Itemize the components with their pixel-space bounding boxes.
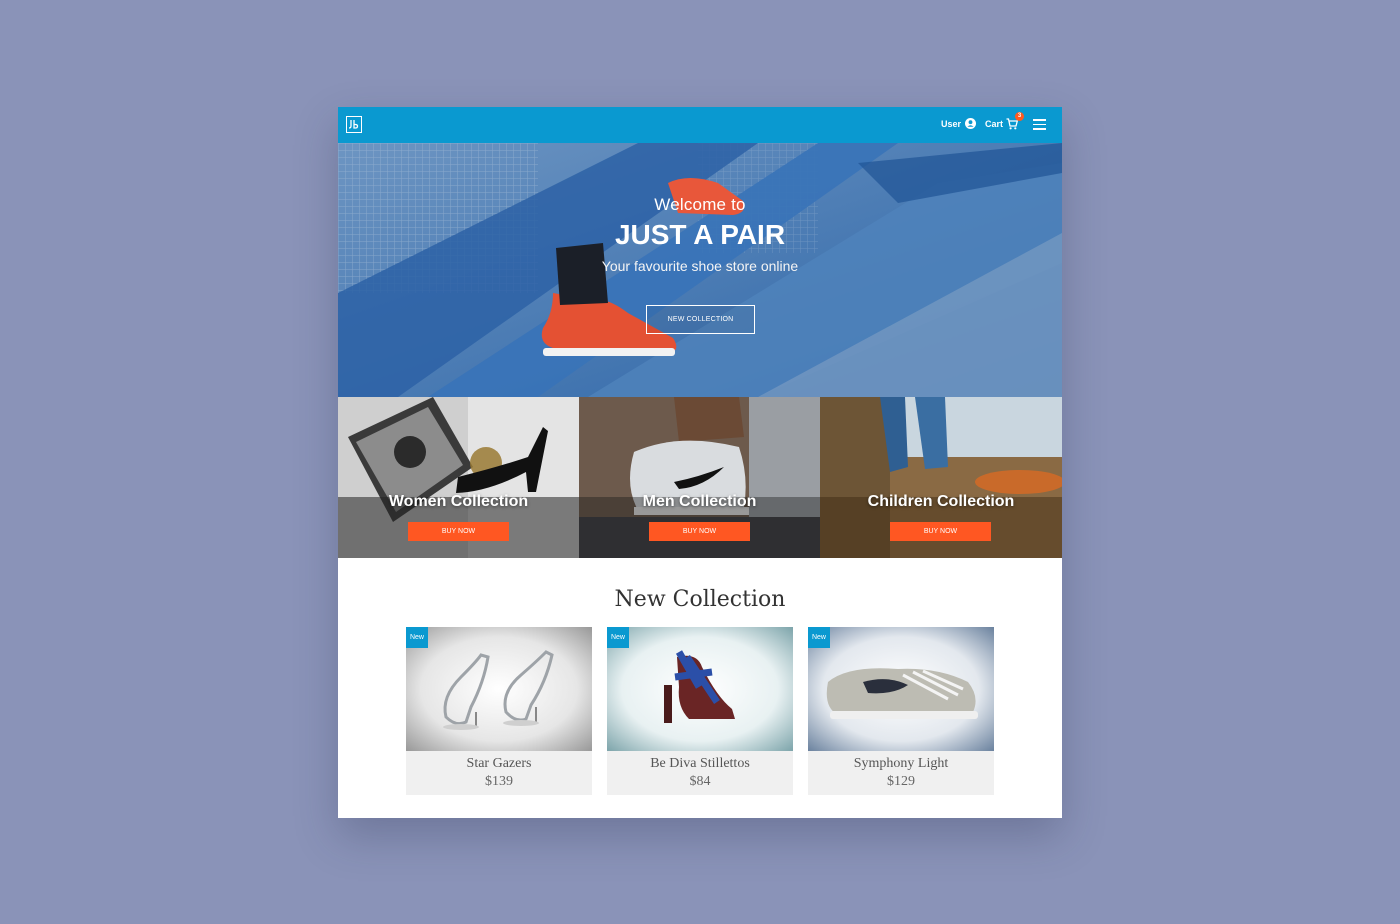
sneaker-image	[808, 627, 994, 751]
cart-button[interactable]: Cart 3	[984, 112, 1024, 130]
hero-welcome-text: Welcome to	[654, 195, 746, 214]
product-price: $139	[485, 774, 513, 789]
new-badge: New	[607, 627, 629, 648]
product-grid: New Star Gazers $139 New Be Diva Stillet…	[406, 627, 994, 795]
new-collection-heading: New Collection	[614, 587, 786, 612]
women-collection-title: Women Collection	[388, 493, 529, 510]
product-name: Be Diva Stillettos	[650, 756, 750, 771]
product-price: $84	[689, 774, 711, 789]
new-badge: New	[808, 627, 830, 648]
cart-icon: 3	[1006, 112, 1024, 130]
hero-subtitle: Your favourite shoe store online	[601, 258, 799, 274]
top-navbar: User Cart 3	[338, 107, 1062, 143]
women-collection-tile[interactable]: Women Collection BUY NOW	[338, 397, 579, 558]
store-logo-icon[interactable]	[346, 116, 362, 133]
product-name: Symphony Light	[853, 756, 949, 771]
product-image	[808, 627, 994, 751]
new-collection-button[interactable]: NEW COLLECTION	[646, 305, 755, 334]
product-card-be-diva-stillettos[interactable]: New Be Diva Stillettos $84	[607, 627, 793, 795]
men-buy-now-button[interactable]: BUY NOW	[649, 522, 750, 541]
product-name: Star Gazers	[466, 756, 532, 771]
hero-banner: Welcome to JUST A PAIR Your favourite sh…	[338, 143, 1062, 397]
product-image	[406, 627, 592, 751]
children-collection-title: Children Collection	[867, 493, 1015, 510]
cart-label: Cart	[984, 119, 1003, 129]
children-collection-tile[interactable]: Children Collection BUY NOW	[820, 397, 1062, 558]
collection-tiles: Women Collection BUY NOW Men Collection …	[338, 397, 1062, 558]
men-collection-title: Men Collection	[642, 493, 757, 510]
user-avatar-icon	[965, 118, 976, 129]
cart-count-badge: 3	[1015, 112, 1024, 121]
women-buy-now-button[interactable]: BUY NOW	[408, 522, 509, 541]
children-buy-now-button[interactable]: BUY NOW	[890, 522, 991, 541]
stilettos-image	[607, 627, 793, 751]
app-window: User Cart 3 Welcome to JUST A PAIR Your …	[338, 107, 1062, 818]
hamburger-menu-icon[interactable]	[1033, 119, 1046, 130]
sandals-image	[406, 627, 592, 751]
user-menu-button[interactable]: User	[941, 118, 976, 129]
product-price: $129	[887, 774, 915, 789]
men-collection-tile[interactable]: Men Collection BUY NOW	[579, 397, 820, 558]
product-card-symphony-light[interactable]: New Symphony Light $129	[808, 627, 994, 795]
hero-title: JUST A PAIR	[614, 219, 786, 250]
product-image	[607, 627, 793, 751]
product-card-star-gazers[interactable]: New Star Gazers $139	[406, 627, 592, 795]
new-badge: New	[406, 627, 428, 648]
user-label: User	[940, 118, 961, 129]
